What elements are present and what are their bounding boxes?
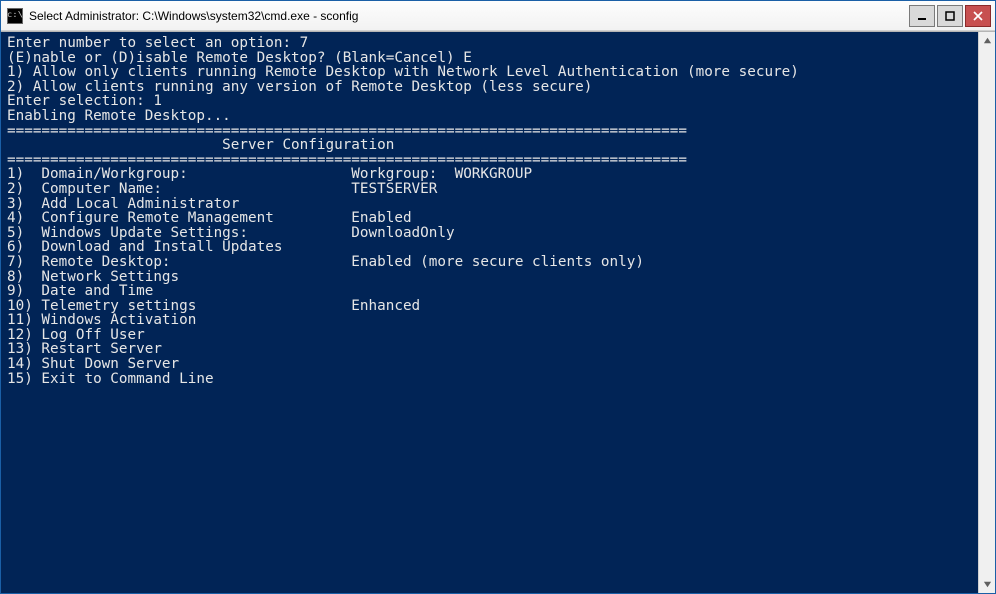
console-line: 3) Add Local Administrator (7, 197, 974, 212)
console-line: 1) Allow only clients running Remote Des… (7, 65, 974, 80)
window-control-buttons (907, 5, 991, 27)
console-output[interactable]: Enter number to select an option: 7(E)na… (1, 32, 978, 593)
console-line: Server Configuration (7, 138, 974, 153)
titlebar[interactable]: c:\ Select Administrator: C:\Windows\sys… (1, 1, 995, 31)
console-line: 6) Download and Install Updates (7, 240, 974, 255)
console-line: 15) Exit to Command Line (7, 372, 974, 387)
console-line: 1) Domain/Workgroup: Workgroup: WORKGROU… (7, 167, 974, 182)
console-line: ========================================… (7, 124, 974, 139)
console-line: 5) Windows Update Settings: DownloadOnly (7, 226, 974, 241)
console-line: 10) Telemetry settings Enhanced (7, 299, 974, 314)
scroll-down-button[interactable] (979, 576, 995, 593)
console-line: 2) Computer Name: TESTSERVER (7, 182, 974, 197)
console-line: 9) Date and Time (7, 284, 974, 299)
window-frame: c:\ Select Administrator: C:\Windows\sys… (0, 0, 996, 594)
minimize-button[interactable] (909, 5, 935, 27)
cmd-icon[interactable]: c:\ (7, 8, 23, 24)
console-line: Enter number to select an option: 7 (7, 36, 974, 51)
console-line: 13) Restart Server (7, 342, 974, 357)
scroll-up-button[interactable] (979, 32, 995, 49)
console-line: 14) Shut Down Server (7, 357, 974, 372)
console-line: 2) Allow clients running any version of … (7, 80, 974, 95)
scrollbar-track[interactable] (979, 49, 995, 576)
console-line: 8) Network Settings (7, 270, 974, 285)
console-line: 4) Configure Remote Management Enabled (7, 211, 974, 226)
console-line: ========================================… (7, 153, 974, 168)
console-line: Enabling Remote Desktop... (7, 109, 974, 124)
maximize-button[interactable] (937, 5, 963, 27)
console-line: 12) Log Off User (7, 328, 974, 343)
console-line: 11) Windows Activation (7, 313, 974, 328)
client-area: Enter number to select an option: 7(E)na… (1, 31, 995, 593)
console-line: Enter selection: 1 (7, 94, 974, 109)
console-line: (E)nable or (D)isable Remote Desktop? (B… (7, 51, 974, 66)
vertical-scrollbar[interactable] (978, 32, 995, 593)
console-line: 7) Remote Desktop: Enabled (more secure … (7, 255, 974, 270)
close-button[interactable] (965, 5, 991, 27)
window-title: Select Administrator: C:\Windows\system3… (29, 9, 907, 23)
